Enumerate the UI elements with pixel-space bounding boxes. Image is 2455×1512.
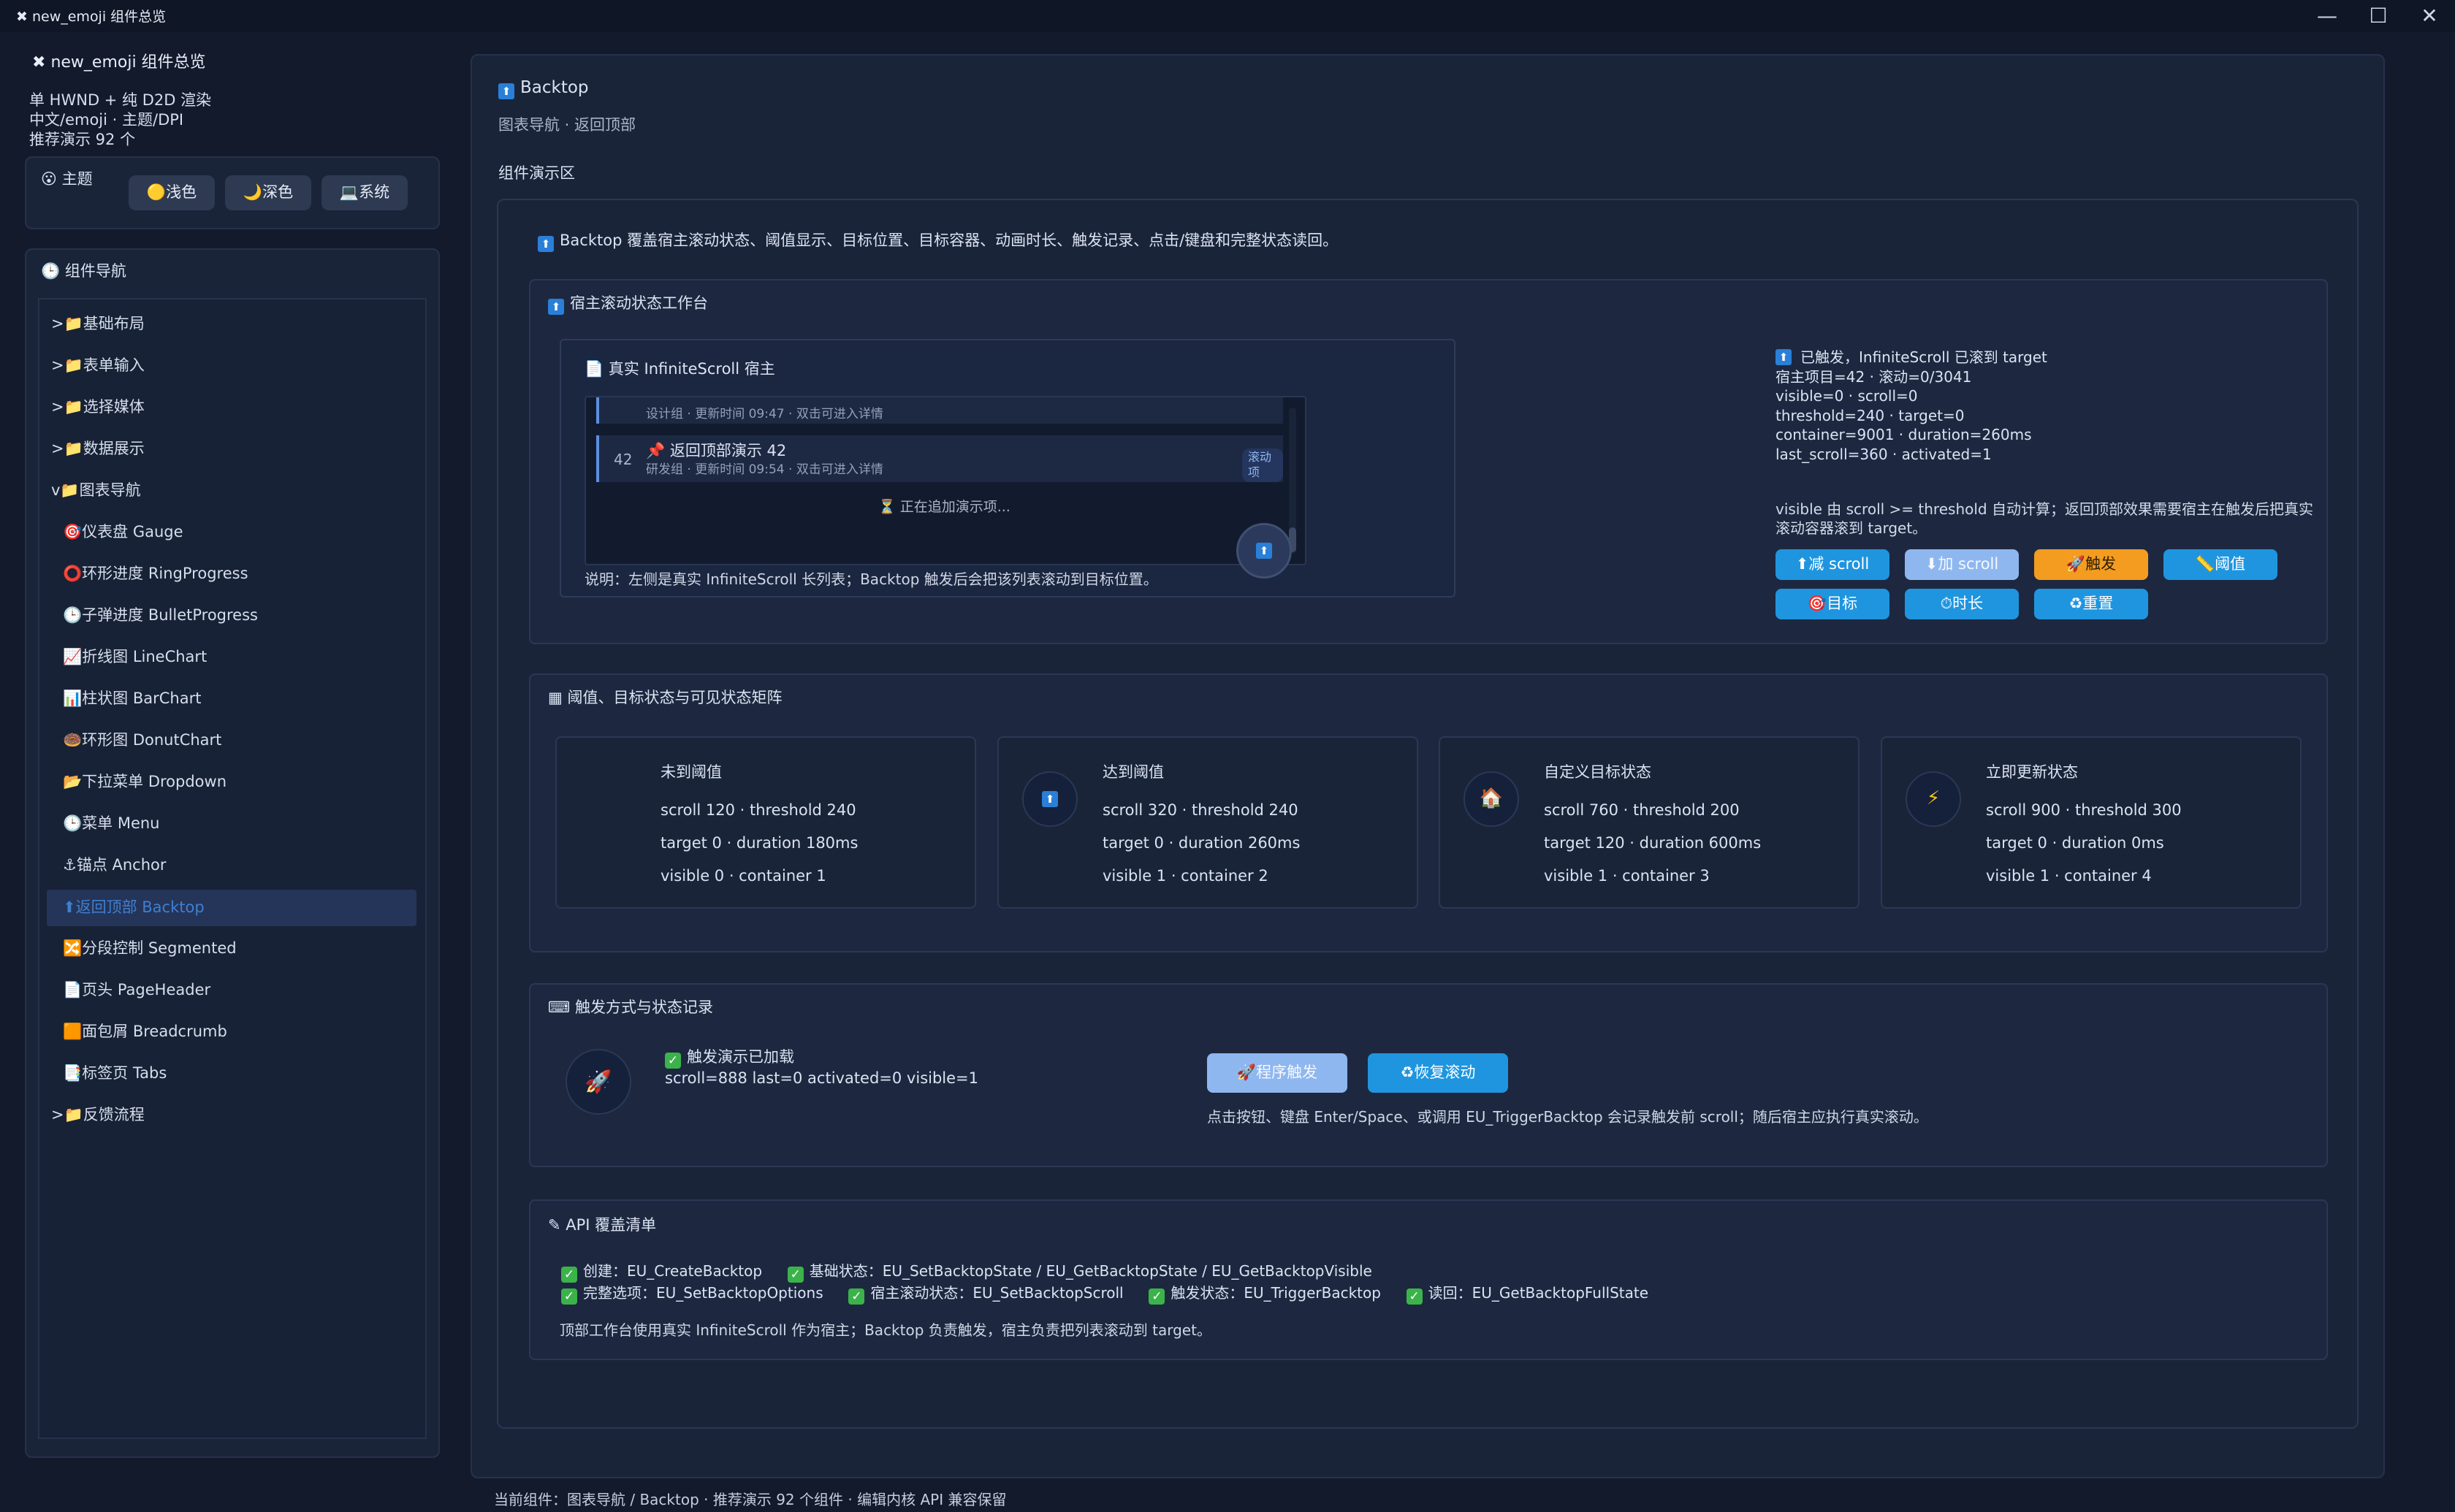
theme-light-button[interactable]: 🟡浅色	[129, 175, 215, 210]
decrease-scroll-button[interactable]: ⬆减 scroll	[1775, 549, 1889, 580]
nav-item-ring-progress[interactable]: ⭕环形进度 RingProgress	[63, 556, 248, 592]
trigger-status: ✓ 触发演示已加载 scroll=888 last=0 activated=0 v…	[665, 1048, 979, 1087]
nav-item-donut-chart[interactable]: 🍩环形图 DonutChart	[63, 722, 221, 759]
trigger-hint: 点击按钮、键盘 Enter/Space、或调用 EU_TriggerBackto…	[1207, 1108, 1928, 1126]
matrix-card: ⬆ 达到阈值 scroll 320 · threshold 240 target…	[997, 736, 1418, 909]
grid-icon: ▦	[548, 689, 568, 706]
program-trigger-button[interactable]: 🚀程序触发	[1207, 1053, 1347, 1093]
pen-icon: ✎	[548, 1216, 566, 1234]
api-note: 顶部工作台使用真实 InfiniteScroll 作为宿主；Backtop 负责…	[560, 1321, 1211, 1339]
workbench-explain: visible 由 scroll >= threshold 自动计算；返回顶部效…	[1775, 500, 2313, 537]
matrix-title: ▦ 阈值、目标状态与可见状态矩阵	[548, 689, 783, 706]
nav-item-dropdown[interactable]: 📂下拉菜单 Dropdown	[63, 764, 227, 801]
check-icon: ✓	[848, 1288, 865, 1305]
demo-area-label: 组件演示区	[498, 164, 575, 182]
breadcrumb: 图表导航 · 返回顶部	[498, 116, 636, 134]
nav-item-select-media[interactable]: >📁选择媒体	[51, 389, 145, 426]
threshold-button[interactable]: 📏阈值	[2163, 549, 2277, 580]
check-icon: ✓	[665, 1053, 681, 1069]
check-icon: ✓	[1149, 1288, 1165, 1305]
list-item[interactable]: 设计组 · 更新时间 09:47 · 双击可进入详情	[596, 397, 1283, 424]
api-title: ✎ API 覆盖清单	[548, 1216, 657, 1234]
app-info: 单 HWND + 纯 D2D 渲染 中文/emoji · 主题/DPI 推荐演示…	[29, 91, 212, 148]
host-title: 📄 真实 InfiniteScroll 宿主	[585, 360, 775, 378]
list-item-tag: 滚动项	[1242, 448, 1283, 482]
rocket-icon: 🚀	[566, 1049, 631, 1115]
nav-item-anchor[interactable]: ⚓锚点 Anchor	[63, 847, 167, 884]
intro-text: ⬆ Backtop 覆盖宿主滚动状态、阈值显示、目标位置、目标容器、动画时长、触发…	[538, 231, 1338, 252]
nav-item-feedback-flow[interactable]: >📁反馈流程	[51, 1097, 145, 1134]
nav-item-chart-nav[interactable]: v📁图表导航	[51, 473, 141, 509]
backtop-icon: ⬆	[548, 299, 564, 315]
minimize-button[interactable]: —	[2303, 3, 2351, 29]
nav-item-form-input[interactable]: >📁表单输入	[51, 348, 145, 384]
trigger-title: ⌨ 触发方式与状态记录	[548, 999, 713, 1016]
window-title: ✖ new_emoji 组件总览	[16, 9, 167, 25]
nav-item-data-display[interactable]: >📁数据展示	[51, 431, 145, 467]
scrollbar-track[interactable]	[1289, 408, 1296, 554]
loading-text: ⏳ 正在追加演示项...	[878, 499, 1010, 515]
app-title: ✖ new_emoji 组件总览	[32, 53, 206, 72]
document-icon: 📄	[585, 360, 609, 378]
theme-label: 😮 主题	[41, 170, 93, 188]
nav-item-bullet-progress[interactable]: 🕒子弹进度 BulletProgress	[63, 597, 258, 634]
arrow-up-icon: ⬆	[1256, 543, 1272, 559]
list-item[interactable]: 42 📌 返回顶部演示 42 研发组 · 更新时间 09:54 · 双击可进入详…	[596, 435, 1283, 482]
restore-scroll-button[interactable]: ♻恢复滚动	[1368, 1053, 1508, 1093]
scroll-list[interactable]: 设计组 · 更新时间 09:47 · 双击可进入详情 42 📌 返回顶部演示 4…	[585, 396, 1306, 565]
home-icon: 🏠	[1464, 771, 1519, 827]
maximize-button[interactable]: ☐	[2354, 3, 2402, 29]
status-bar: 当前组件：图表导航 / Backtop · 推荐演示 92 个组件 · 编辑内核…	[494, 1491, 1007, 1508]
title-bar	[0, 0, 2455, 32]
backtop-icon: ⬆	[1022, 771, 1078, 827]
keyboard-icon: ⌨	[548, 999, 575, 1016]
nav-item-menu[interactable]: 🕒菜单 Menu	[63, 806, 159, 842]
nav-item-gauge[interactable]: 🎯仪表盘 Gauge	[63, 514, 183, 551]
nav-item-page-header[interactable]: 📄页头 PageHeader	[63, 972, 210, 1009]
host-note: 说明：左侧是真实 InfiniteScroll 长列表；Backtop 触发后会…	[585, 570, 1158, 588]
check-icon: ✓	[1406, 1288, 1423, 1305]
matrix-card: 未到阈值 scroll 120 · threshold 240 target 0…	[555, 736, 976, 909]
lightning-icon: ⚡	[1906, 771, 1961, 827]
nav-title: 🕒 组件导航	[41, 262, 126, 280]
duration-button[interactable]: ⏱时长	[1905, 589, 2019, 619]
target-button[interactable]: 🎯目标	[1775, 589, 1889, 619]
nav-item-segmented[interactable]: 🔀分段控制 Segmented	[63, 931, 237, 967]
backtop-icon: ⬆	[1775, 349, 1792, 365]
reset-button[interactable]: ♻重置	[2034, 589, 2148, 619]
workbench-status: ⬆ 已触发，InfiniteScroll 已滚到 target 宿主项目=42 ·…	[1775, 348, 2047, 463]
backtop-icon: ⬆	[538, 236, 554, 252]
page-title: ⬆ Backtop	[498, 77, 589, 99]
workbench-title: ⬆ 宿主滚动状态工作台	[548, 294, 708, 315]
matrix-card: ⚡ 立即更新状态 scroll 900 · threshold 300 targ…	[1881, 736, 2302, 909]
nav-item-line-chart[interactable]: 📈折线图 LineChart	[63, 639, 207, 676]
api-list: ✓ 创建：EU_CreateBacktop ✓ 基础状态：EU_SetBacktop…	[561, 1261, 1648, 1305]
increase-scroll-button[interactable]: ⬇加 scroll	[1905, 549, 2019, 580]
theme-dark-button[interactable]: 🌙深色	[225, 175, 311, 210]
nav-item-breadcrumb[interactable]: 🟧面包屑 Breadcrumb	[63, 1014, 227, 1050]
check-icon: ✓	[787, 1267, 804, 1283]
backtop-button[interactable]: ⬆	[1236, 523, 1292, 579]
backtop-icon: ⬆	[498, 83, 514, 99]
matrix-card: 🏠 自定义目标状态 scroll 760 · threshold 200 tar…	[1439, 736, 1860, 909]
nav-item-bar-chart[interactable]: 📊柱状图 BarChart	[63, 681, 201, 717]
nav-item-backtop[interactable]: ⬆返回顶部 Backtop	[63, 890, 205, 926]
check-icon: ✓	[561, 1267, 577, 1283]
theme-system-button[interactable]: 💻系统	[321, 175, 408, 210]
nav-item-tabs[interactable]: 📑标签页 Tabs	[63, 1055, 167, 1092]
trigger-button[interactable]: 🚀触发	[2034, 549, 2148, 580]
close-button[interactable]: ✕	[2405, 3, 2454, 29]
check-icon: ✓	[561, 1288, 577, 1305]
nav-item-basic-layout[interactable]: >📁基础布局	[51, 306, 145, 343]
